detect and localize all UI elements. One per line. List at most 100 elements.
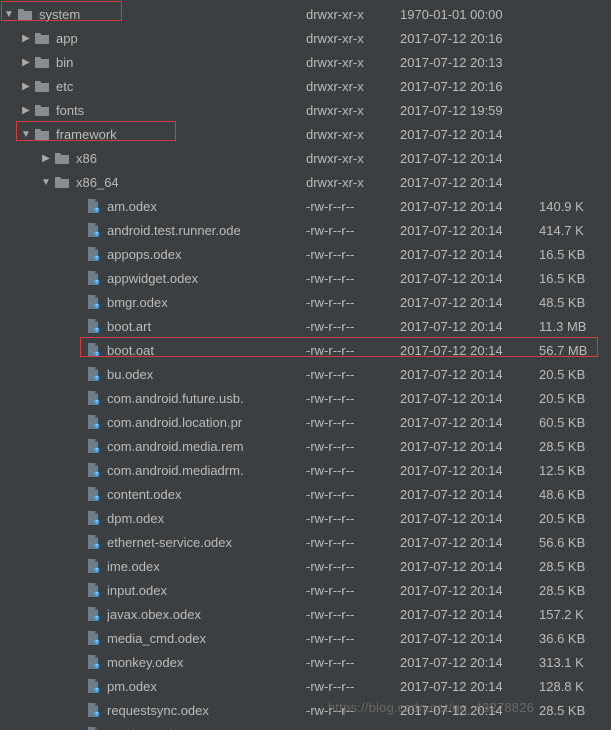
- row-name: x86: [76, 151, 103, 166]
- tree-row[interactable]: ▼ frameworkdrwxr-xr-x2017-07-12 20:14: [0, 122, 611, 146]
- row-date: 2017-07-12 20:14: [400, 127, 540, 142]
- row-size: 157.2 K: [539, 607, 609, 622]
- tree-row[interactable]: ? services.odex-rw-r--r--2017-07-12 20:1…: [0, 722, 611, 730]
- tree-row[interactable]: ? bmgr.odex-rw-r--r--2017-07-12 20:1448.…: [0, 290, 611, 314]
- indent: [0, 542, 71, 543]
- row-permissions: -rw-r--r--: [306, 487, 396, 502]
- svg-text:?: ?: [95, 448, 98, 454]
- file-icon: ?: [85, 270, 101, 286]
- row-date: 2017-07-12 20:14: [400, 271, 540, 286]
- row-permissions: drwxr-xr-x: [306, 151, 396, 166]
- tree-row[interactable]: ? com.android.future.usb.-rw-r--r--2017-…: [0, 386, 611, 410]
- row-size: 16.5 KB: [539, 247, 609, 262]
- tree-row[interactable]: ? appwidget.odex-rw-r--r--2017-07-12 20:…: [0, 266, 611, 290]
- svg-text:?: ?: [95, 232, 98, 238]
- indent: [0, 230, 71, 231]
- tree-row[interactable]: ? ethernet-service.odex-rw-r--r--2017-07…: [0, 530, 611, 554]
- row-permissions: -rw-r--r--: [306, 247, 396, 262]
- row-date: 2017-07-12 20:14: [400, 535, 540, 550]
- tree-row[interactable]: ? media_cmd.odex-rw-r--r--2017-07-12 20:…: [0, 626, 611, 650]
- row-size: 28.5 KB: [539, 439, 609, 454]
- tree-row[interactable]: ? boot.oat-rw-r--r--2017-07-12 20:1456.7…: [0, 338, 611, 362]
- chevron-right-icon[interactable]: ▶: [20, 57, 32, 68]
- row-permissions: -rw-r--r--: [306, 511, 396, 526]
- svg-text:?: ?: [95, 568, 98, 574]
- tree-row[interactable]: ? boot.art-rw-r--r--2017-07-12 20:1411.3…: [0, 314, 611, 338]
- row-permissions: -rw-r--r--: [306, 199, 396, 214]
- file-icon: ?: [85, 222, 101, 238]
- tree-row[interactable]: ? pm.odex-rw-r--r--2017-07-12 20:14128.8…: [0, 674, 611, 698]
- row-name: com.android.location.pr: [107, 415, 248, 430]
- tree-row[interactable]: ? dpm.odex-rw-r--r--2017-07-12 20:1420.5…: [0, 506, 611, 530]
- row-size: 20.5 KB: [539, 367, 609, 382]
- indent: [0, 206, 71, 207]
- chevron-down-icon[interactable]: ▼: [40, 177, 52, 188]
- row-date: 2017-07-12 20:14: [400, 199, 540, 214]
- tree-row[interactable]: ? input.odex-rw-r--r--2017-07-12 20:1428…: [0, 578, 611, 602]
- tree-row[interactable]: ? ime.odex-rw-r--r--2017-07-12 20:1428.5…: [0, 554, 611, 578]
- tree-row[interactable]: ? bu.odex-rw-r--r--2017-07-12 20:1420.5 …: [0, 362, 611, 386]
- chevron-right-icon[interactable]: ▶: [40, 153, 52, 164]
- row-permissions: -rw-r--r--: [306, 703, 396, 718]
- row-permissions: drwxr-xr-x: [306, 103, 396, 118]
- row-date: 2017-07-12 20:14: [400, 343, 540, 358]
- row-permissions: -rw-r--r--: [306, 463, 396, 478]
- tree-row[interactable]: ? com.android.mediadrm.-rw-r--r--2017-07…: [0, 458, 611, 482]
- tree-row[interactable]: ▼ x86_64drwxr-xr-x2017-07-12 20:14: [0, 170, 611, 194]
- tree-row[interactable]: ▶ etcdrwxr-xr-x2017-07-12 20:16: [0, 74, 611, 98]
- tree-row[interactable]: ? requestsync.odex -rw-r--r-- 2017-07-12 2…: [0, 698, 611, 722]
- tree-row[interactable]: ? content.odex-rw-r--r--2017-07-12 20:14…: [0, 482, 611, 506]
- svg-text:?: ?: [95, 544, 98, 550]
- row-permissions: -rw-r--r--: [306, 631, 396, 646]
- svg-text:?: ?: [95, 256, 98, 262]
- tree-row[interactable]: ▶ x86drwxr-xr-x2017-07-12 20:14: [0, 146, 611, 170]
- tree-row[interactable]: ? am.odex-rw-r--r--2017-07-12 20:14140.9…: [0, 194, 611, 218]
- row-date: 2017-07-12 20:14: [400, 679, 540, 694]
- indent: [0, 278, 71, 279]
- row-permissions: -rw-r--r--: [306, 535, 396, 550]
- indent: [0, 326, 71, 327]
- row-name: javax.obex.odex: [107, 607, 207, 622]
- tree-row[interactable]: ? android.test.runner.ode-rw-r--r--2017-…: [0, 218, 611, 242]
- tree-row[interactable]: ? com.android.media.rem-rw-r--r--2017-07…: [0, 434, 611, 458]
- chevron-down-icon[interactable]: ▼: [20, 129, 32, 140]
- row-date: 2017-07-12 20:14: [400, 703, 540, 718]
- file-icon: ?: [85, 414, 101, 430]
- row-date: 2017-07-12 20:14: [400, 583, 540, 598]
- tree-row[interactable]: ▶ bindrwxr-xr-x2017-07-12 20:13: [0, 50, 611, 74]
- tree-row[interactable]: ▶ appdrwxr-xr-x2017-07-12 20:16: [0, 26, 611, 50]
- file-icon: ?: [85, 486, 101, 502]
- row-permissions: -rw-r--r--: [306, 607, 396, 622]
- tree-row[interactable]: ? appops.odex-rw-r--r--2017-07-12 20:141…: [0, 242, 611, 266]
- row-size: 11.3 MB: [539, 319, 609, 334]
- row-name: com.android.media.rem: [107, 439, 250, 454]
- tree-row[interactable]: ▼ systemdrwxr-xr-x1970-01-01 00:00: [0, 2, 611, 26]
- chevron-right-icon[interactable]: ▶: [20, 81, 32, 92]
- row-permissions: drwxr-xr-x: [306, 127, 396, 142]
- tree-row[interactable]: ? com.android.location.pr-rw-r--r--2017-…: [0, 410, 611, 434]
- row-date: 2017-07-12 20:14: [400, 487, 540, 502]
- row-size: 56.7 MB: [539, 343, 609, 358]
- chevron-right-icon[interactable]: ▶: [20, 33, 32, 44]
- row-size: 60.5 KB: [539, 415, 609, 430]
- row-permissions: drwxr-xr-x: [306, 55, 396, 70]
- tree-row[interactable]: ? javax.obex.odex-rw-r--r--2017-07-12 20…: [0, 602, 611, 626]
- row-size: 20.5 KB: [539, 391, 609, 406]
- file-tree[interactable]: ▼ systemdrwxr-xr-x1970-01-01 00:00▶ appd…: [0, 0, 611, 730]
- indent: [0, 374, 71, 375]
- tree-row[interactable]: ? monkey.odex-rw-r--r--2017-07-12 20:143…: [0, 650, 611, 674]
- chevron-down-icon[interactable]: ▼: [3, 9, 15, 20]
- row-size: 313.1 K: [539, 655, 609, 670]
- svg-text:?: ?: [95, 712, 98, 718]
- row-permissions: drwxr-xr-x: [306, 31, 396, 46]
- row-permissions: -rw-r--r--: [306, 655, 396, 670]
- svg-text:?: ?: [95, 664, 98, 670]
- chevron-right-icon[interactable]: ▶: [20, 105, 32, 116]
- row-size: 28.5 KB: [539, 559, 609, 574]
- svg-text:?: ?: [95, 616, 98, 622]
- row-name: requestsync.odex: [107, 703, 215, 718]
- indent: [0, 518, 71, 519]
- file-icon: ?: [85, 318, 101, 334]
- row-permissions: drwxr-xr-x: [306, 79, 396, 94]
- tree-row[interactable]: ▶ fontsdrwxr-xr-x2017-07-12 19:59: [0, 98, 611, 122]
